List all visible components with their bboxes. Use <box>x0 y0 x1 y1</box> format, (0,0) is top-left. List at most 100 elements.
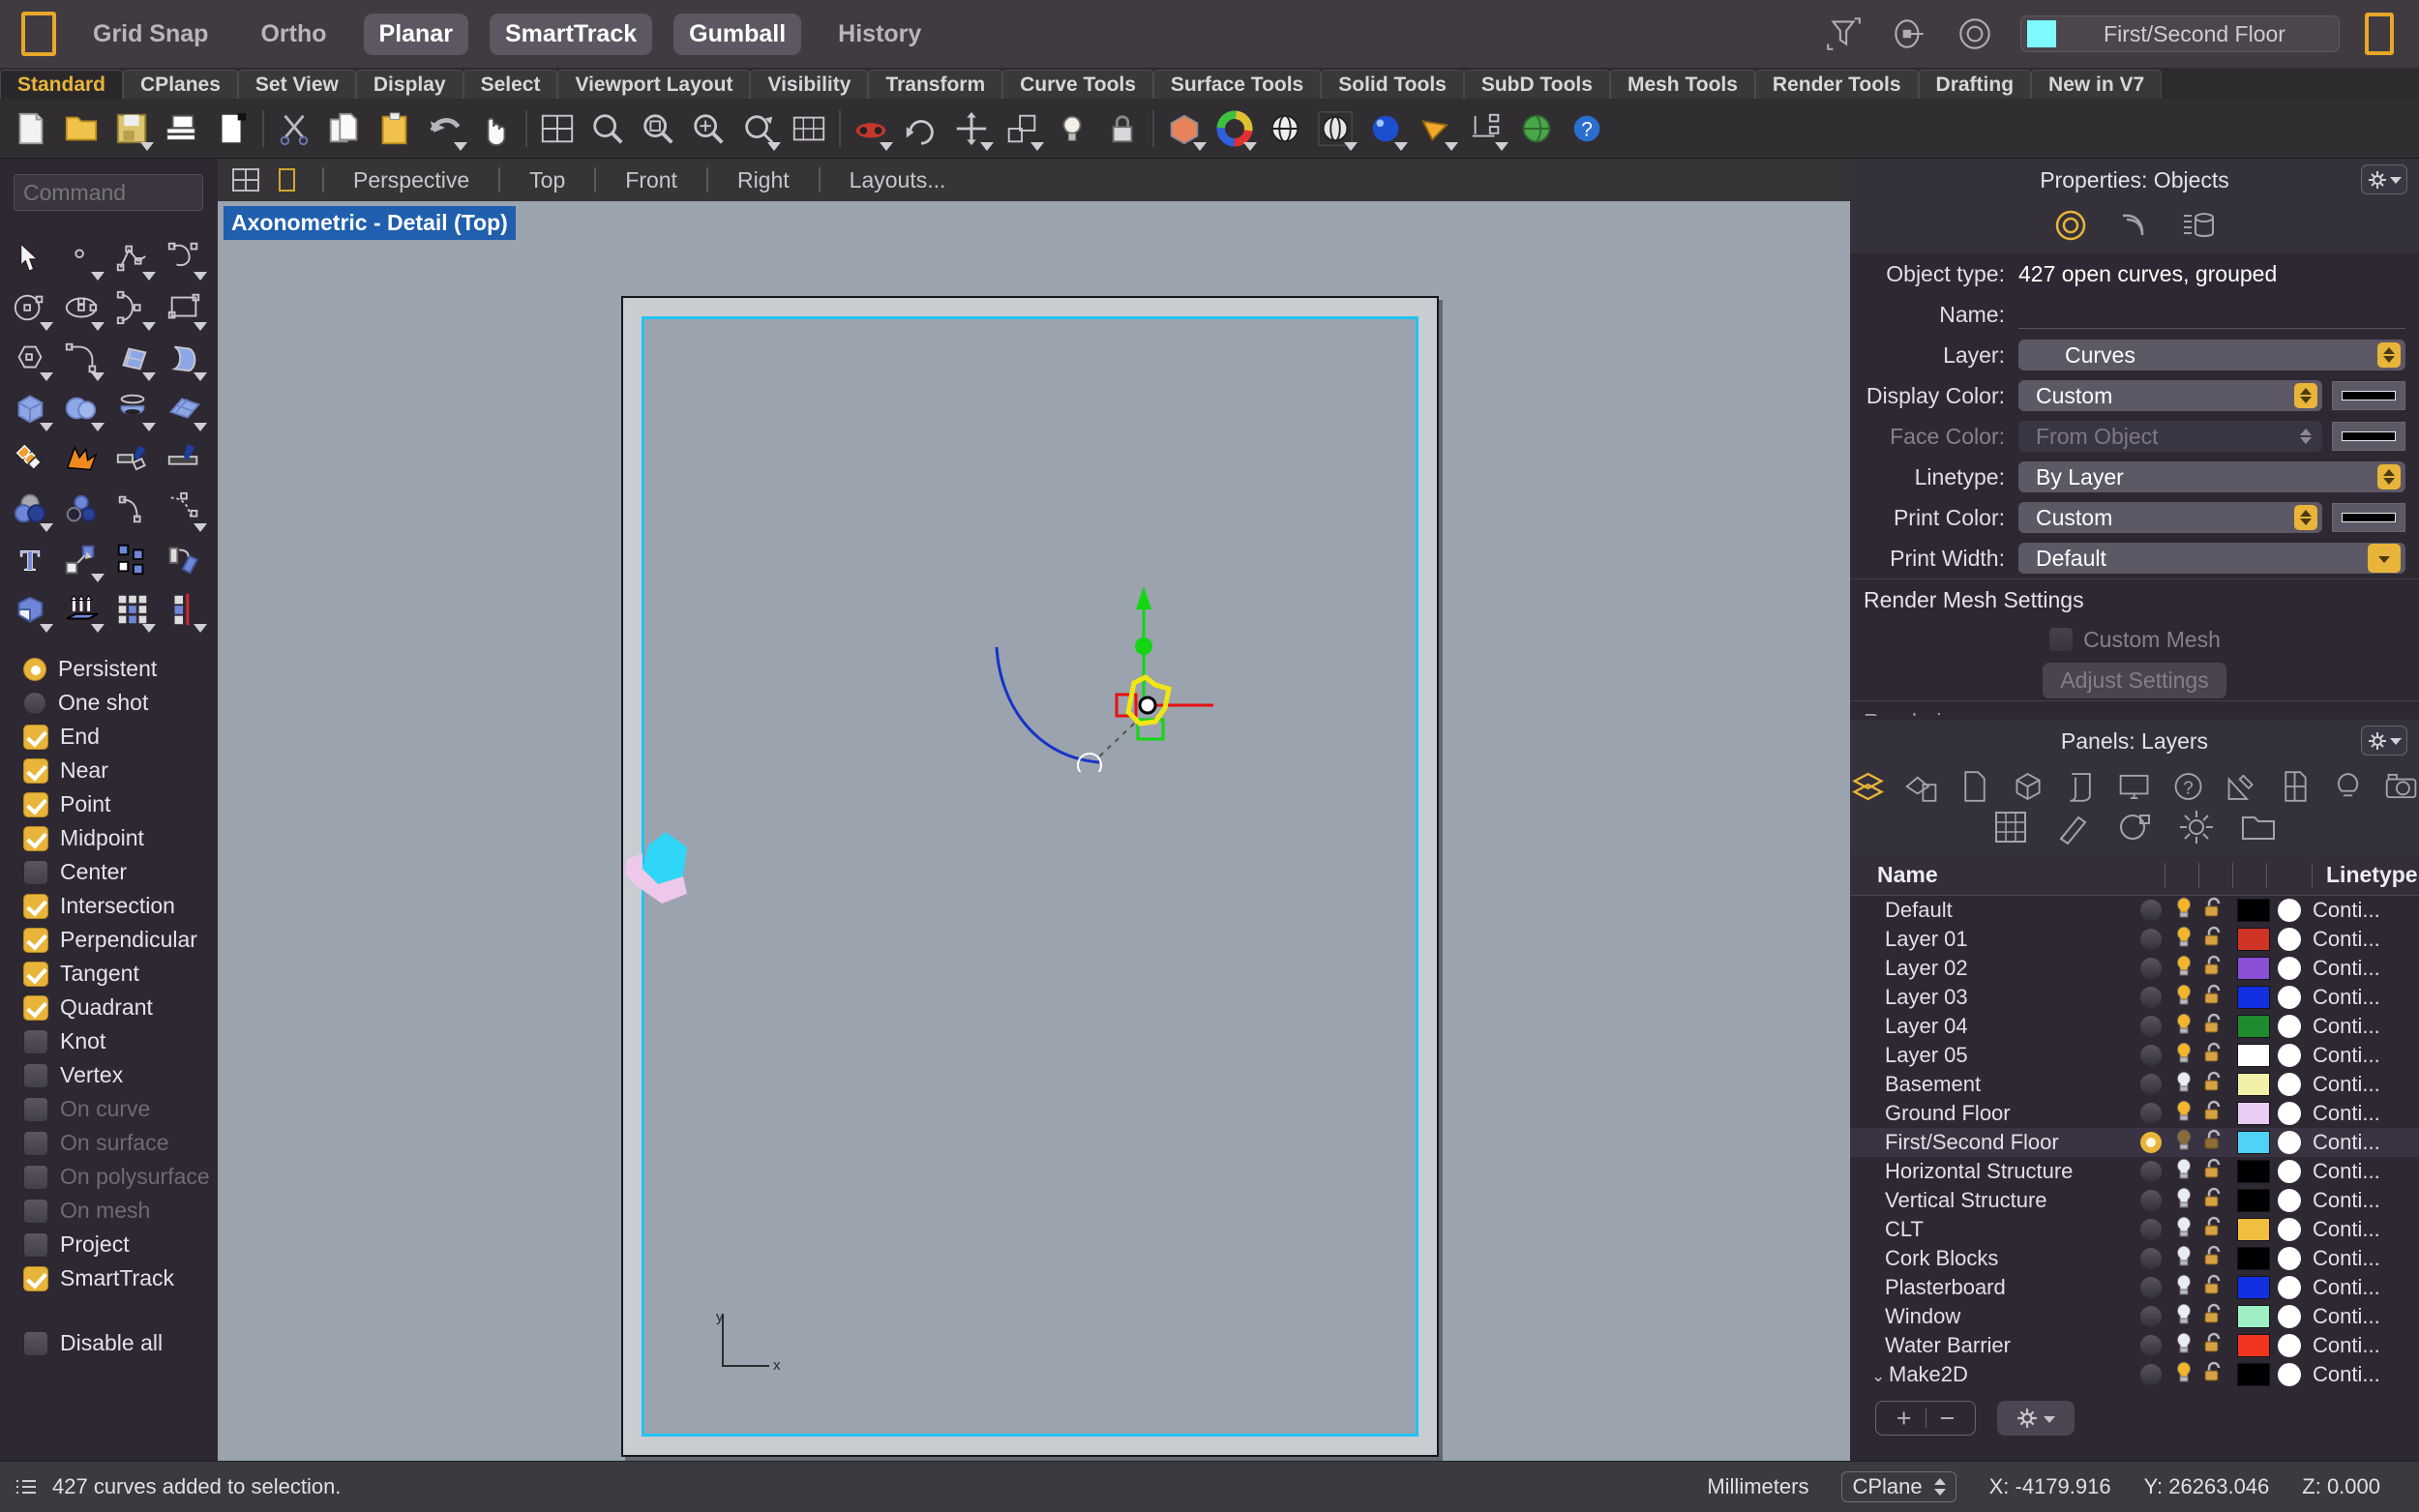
save-icon[interactable] <box>106 104 157 154</box>
remove-layer-button[interactable]: − <box>1940 1404 1956 1434</box>
column-header-name[interactable]: Name <box>1850 862 2165 888</box>
display-color-swatch[interactable] <box>2332 381 2405 410</box>
object-icon[interactable] <box>2010 767 2046 806</box>
layer-name-cell[interactable]: Layer 05 <box>1850 1043 2133 1068</box>
properties-options-button[interactable] <box>2361 164 2407 194</box>
layer-color-swatch[interactable] <box>2237 1044 2270 1067</box>
current-layer-toggle-icon[interactable] <box>2140 1074 2162 1095</box>
split-icon[interactable] <box>158 433 209 484</box>
rectangle-tool-icon[interactable] <box>158 282 209 333</box>
tab-cplanes[interactable]: CPlanes <box>123 70 238 99</box>
current-layer-toggle-icon[interactable] <box>2140 1103 2162 1124</box>
layer-name-cell[interactable]: Plasterboard <box>1850 1275 2133 1300</box>
single-view-layout-icon[interactable] <box>266 163 307 197</box>
toggle-grid-snap[interactable]: Grid Snap <box>77 14 224 55</box>
circle-tool-icon[interactable] <box>4 282 55 333</box>
radio-persistent-icon[interactable] <box>23 657 46 681</box>
print-color-swatch[interactable] <box>2332 503 2405 532</box>
layer-linetype-cell[interactable]: Conti... <box>2313 956 2419 981</box>
osnap-knot[interactable]: Knot <box>23 1024 218 1058</box>
visibility-bulb-icon[interactable] <box>2169 1302 2198 1331</box>
target-circle-icon[interactable] <box>1955 14 1995 54</box>
layer-linetype-cell[interactable]: Conti... <box>2313 1130 2419 1155</box>
material-properties-icon[interactable] <box>2179 206 2218 245</box>
checkbox-icon[interactable] <box>23 724 48 750</box>
table-row[interactable]: Layer 03 Conti... <box>1850 983 2419 1012</box>
rotate-object-tool-icon[interactable] <box>158 534 209 584</box>
current-layer-toggle-icon[interactable] <box>2140 1132 2162 1153</box>
cylinder-solid-icon[interactable] <box>106 383 158 433</box>
selected-geometry-fragment[interactable] <box>619 811 735 917</box>
checkbox-icon[interactable] <box>23 1265 48 1291</box>
current-layer-toggle-icon[interactable] <box>2140 1219 2162 1240</box>
layer-color-swatch[interactable] <box>2237 1276 2270 1299</box>
tab-curve-tools[interactable]: Curve Tools <box>1002 70 1153 99</box>
cplane-selector[interactable]: CPlane <box>1841 1471 1956 1502</box>
layer-color-swatch[interactable] <box>2237 1334 2270 1357</box>
osnap-disable-all[interactable]: Disable all <box>23 1326 218 1360</box>
tab-viewport-layout[interactable]: Viewport Layout <box>557 70 751 99</box>
layer-color-swatch[interactable] <box>2237 1073 2270 1096</box>
print-width-select[interactable]: Default <box>2018 543 2405 574</box>
layer-color-swatch[interactable] <box>2237 1363 2270 1386</box>
layer-linetype-cell[interactable]: Conti... <box>2313 898 2419 923</box>
layer-linetype-cell[interactable]: Conti... <box>2313 927 2419 952</box>
visibility-bulb-icon[interactable] <box>2169 925 2198 954</box>
lock-open-icon[interactable] <box>2198 1302 2229 1331</box>
select-arrow-icon[interactable] <box>4 232 55 282</box>
camera-icon[interactable] <box>2383 767 2419 806</box>
add-layer-button[interactable]: + <box>1896 1404 1912 1434</box>
lock-open-icon[interactable] <box>2198 1215 2229 1244</box>
table-row[interactable]: First/Second Floor Conti... <box>1850 1128 2419 1157</box>
lock-open-icon[interactable] <box>2198 1331 2229 1360</box>
ghosted-sphere-icon[interactable] <box>1310 104 1360 154</box>
subd-box-icon[interactable] <box>4 584 55 635</box>
layer-linetype-cell[interactable]: Conti... <box>2313 1014 2419 1039</box>
current-layer-toggle-icon[interactable] <box>2140 1045 2162 1066</box>
tab-drafting[interactable]: Drafting <box>1918 70 2032 99</box>
visibility-bulb-icon[interactable] <box>2169 896 2198 925</box>
visibility-bulb-icon[interactable] <box>2169 1012 2198 1041</box>
lock-icon[interactable] <box>1097 104 1148 154</box>
table-row[interactable]: CLT Conti... <box>1850 1215 2419 1244</box>
current-layer-color-swatch[interactable] <box>2027 20 2056 47</box>
paste-icon[interactable] <box>370 104 420 154</box>
current-layer-toggle-icon[interactable] <box>2140 1190 2162 1211</box>
layer-color-swatch[interactable] <box>2237 1218 2270 1241</box>
layer-color-swatch[interactable] <box>2237 1305 2270 1328</box>
rendered-sphere-icon[interactable] <box>1360 104 1411 154</box>
layer-color-swatch[interactable] <box>2237 1189 2270 1212</box>
lock-open-icon[interactable] <box>2198 896 2229 925</box>
table-row[interactable]: Vertical Structure Conti... <box>1850 1186 2419 1215</box>
display-icon[interactable] <box>2116 767 2152 806</box>
layer-name-cell[interactable]: Default <box>1850 898 2133 923</box>
visibility-bulb-icon[interactable] <box>2169 1360 2198 1389</box>
table-row[interactable]: Basement Conti... <box>1850 1070 2419 1099</box>
curve-properties-icon[interactable] <box>2115 206 2154 245</box>
chevron-down-icon[interactable] <box>2368 544 2401 573</box>
shaded-view-icon[interactable] <box>1159 104 1210 154</box>
lock-open-icon[interactable] <box>2198 1360 2229 1389</box>
viewport-tab-right[interactable]: Right <box>724 167 803 193</box>
current-layer-toggle-icon[interactable] <box>2140 987 2162 1008</box>
layer-name-cell[interactable]: Layer 03 <box>1850 985 2133 1010</box>
checkbox-icon[interactable] <box>23 1028 48 1054</box>
layer-name-cell[interactable]: Cork Blocks <box>1850 1246 2133 1271</box>
print-color-swatch[interactable] <box>2278 1131 2301 1154</box>
layer-name-cell[interactable]: Layer 04 <box>1850 1014 2133 1039</box>
polyline-tool-icon[interactable] <box>106 232 158 282</box>
checkbox-icon[interactable] <box>23 1062 48 1088</box>
layer-name-cell[interactable]: Basement <box>1850 1072 2133 1097</box>
layer-name-cell[interactable]: Layer 02 <box>1850 956 2133 981</box>
checkbox-icon[interactable] <box>23 994 48 1021</box>
visibility-bulb-icon[interactable] <box>2169 1128 2198 1157</box>
point-on-circle-icon[interactable] <box>1889 14 1929 54</box>
document-icon[interactable] <box>1956 767 1992 806</box>
lock-open-icon[interactable] <box>2198 1157 2229 1186</box>
copy-icon[interactable] <box>319 104 370 154</box>
current-layer-toggle-icon[interactable] <box>2140 958 2162 979</box>
tab-surface-tools[interactable]: Surface Tools <box>1152 70 1322 99</box>
print-color-swatch[interactable] <box>2278 1073 2301 1096</box>
print-color-swatch[interactable] <box>2278 1044 2301 1067</box>
checkbox-icon[interactable] <box>23 1231 48 1258</box>
